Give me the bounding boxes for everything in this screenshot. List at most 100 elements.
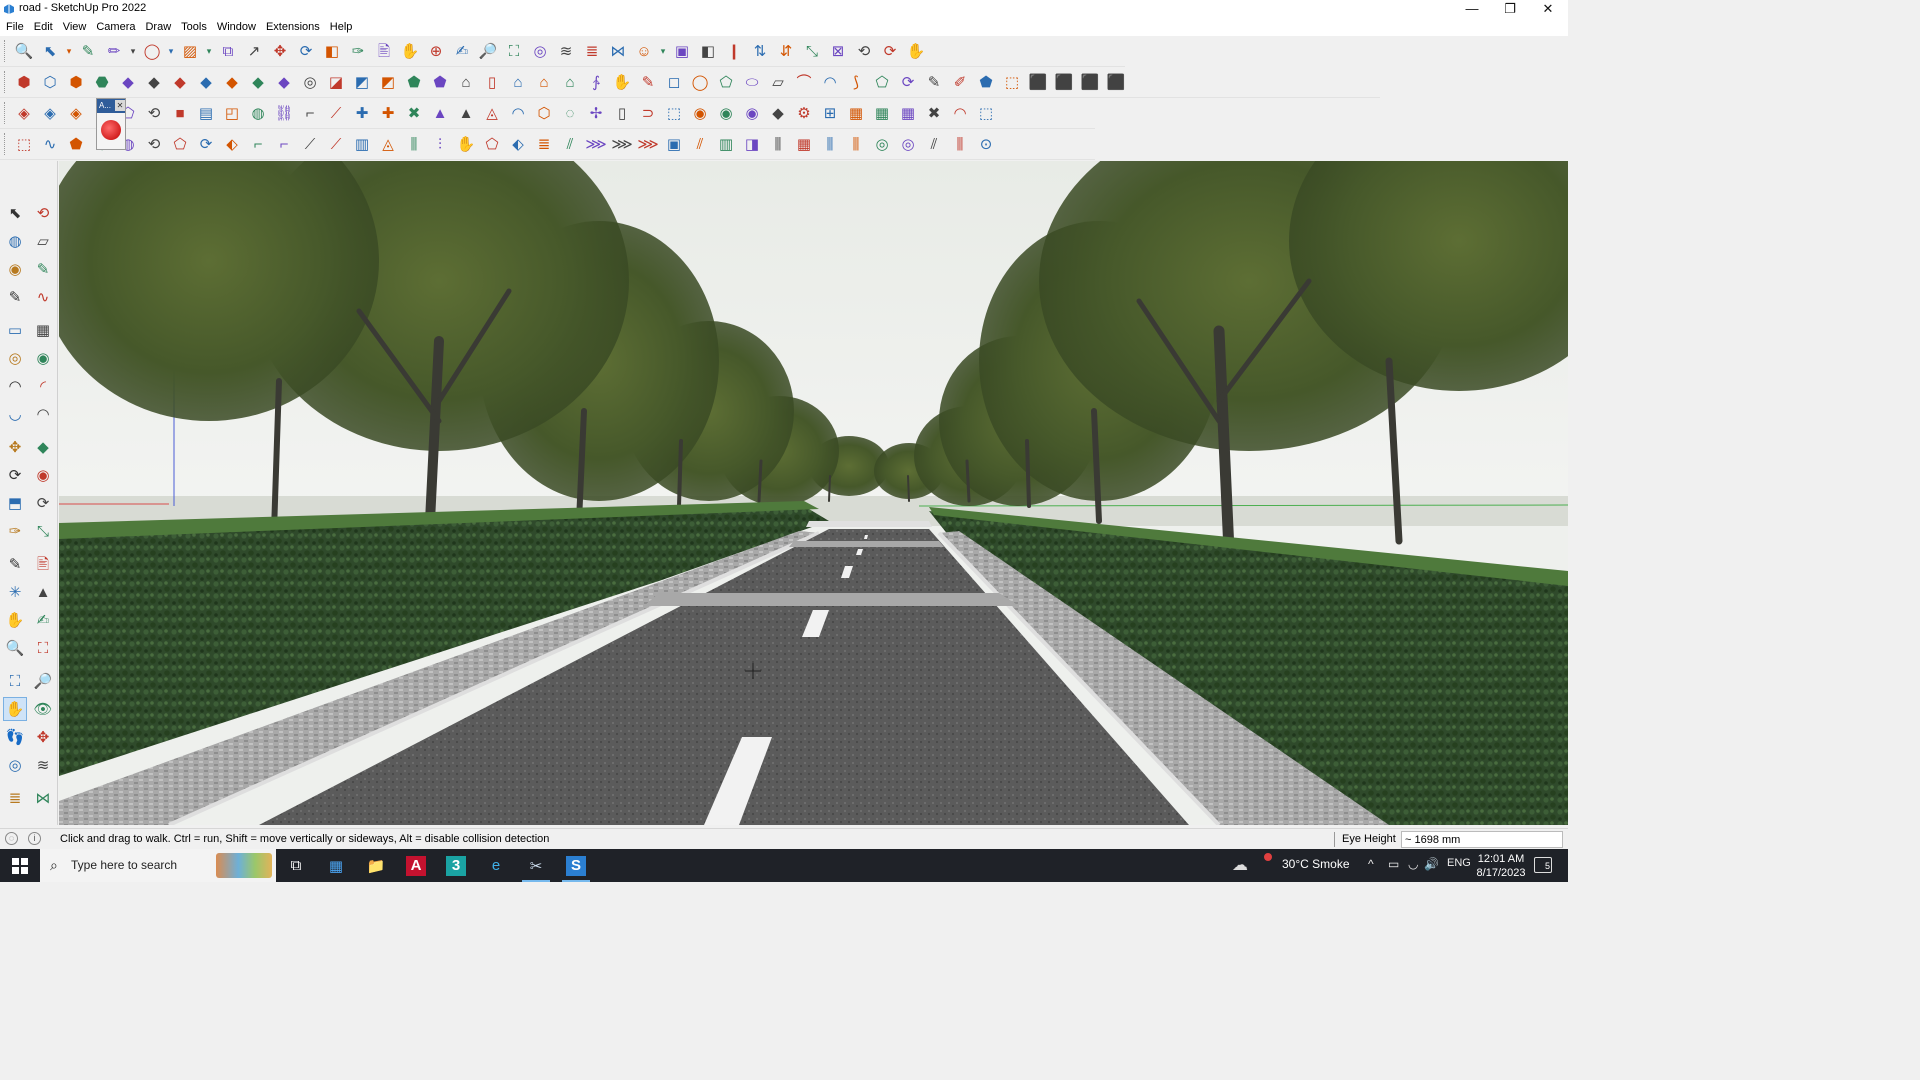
tool-button-icon[interactable]: ⟳: [877, 38, 903, 64]
tool-button-icon[interactable]: ☺: [631, 38, 657, 64]
tool-button-icon[interactable]: ⌂: [557, 69, 583, 95]
tool-button-icon[interactable]: 🔎: [475, 38, 501, 64]
tool-button-icon[interactable]: ⫽: [921, 131, 947, 157]
tool-icon[interactable]: ▲: [31, 580, 55, 604]
tool-button-icon[interactable]: ◆: [193, 69, 219, 95]
tool-button-icon[interactable]: ◉: [739, 100, 765, 126]
tool-button-icon[interactable]: ≋: [553, 38, 579, 64]
tool-button-icon[interactable]: ◆: [765, 100, 791, 126]
menu-view[interactable]: View: [63, 18, 93, 36]
tool-button-icon[interactable]: ⚙: [791, 100, 817, 126]
tool-button-icon[interactable]: ▣: [669, 38, 695, 64]
tool-button-icon[interactable]: ⬢: [11, 69, 37, 95]
tool-button-icon[interactable]: ⋙: [609, 131, 635, 157]
tool-button-icon[interactable]: ✑: [345, 38, 371, 64]
tool-button-icon[interactable]: ▱: [765, 69, 791, 95]
tool-button-icon[interactable]: ✢: [583, 100, 609, 126]
tool-icon[interactable]: ◠: [31, 402, 55, 426]
tool-button-icon[interactable]: ◠: [505, 100, 531, 126]
tool-button-icon[interactable]: ⬠: [479, 131, 505, 157]
tool-button-icon[interactable]: ⋙: [583, 131, 609, 157]
tool-button-icon[interactable]: ◆: [115, 69, 141, 95]
tool-button-icon[interactable]: ✋: [903, 38, 929, 64]
tool-icon[interactable]: ▭: [3, 318, 27, 342]
tool-button-icon[interactable]: ◩: [349, 69, 375, 95]
tool-button-icon[interactable]: ⫽: [557, 131, 583, 157]
tool-button-icon[interactable]: ▦: [791, 131, 817, 157]
tool-icon[interactable]: ⟳: [31, 491, 55, 515]
tool-icon[interactable]: ◡: [3, 402, 27, 426]
tool-button-icon[interactable]: ◈: [37, 100, 63, 126]
tool-icon[interactable]: ⬉: [3, 201, 27, 225]
tool-icon[interactable]: ✎: [3, 285, 27, 309]
tool-button-icon[interactable]: ■: [167, 100, 193, 126]
tool-button-icon[interactable]: ⟲: [141, 100, 167, 126]
menu-file[interactable]: File: [6, 18, 30, 36]
tool-icon[interactable]: ✋: [3, 608, 27, 632]
floating-toolbar-close-icon[interactable]: ✕: [115, 100, 125, 111]
tool-button-icon[interactable]: ⬛: [1051, 69, 1077, 95]
tool-icon[interactable]: 👣: [3, 725, 27, 749]
toolbar-grip[interactable]: [4, 40, 8, 62]
tool-button-icon[interactable]: ✋: [609, 69, 635, 95]
tool-button-icon[interactable]: ◩: [375, 69, 401, 95]
tool-button-icon[interactable]: ◪: [323, 69, 349, 95]
tool-button-icon[interactable]: ⇵: [773, 38, 799, 64]
tool-button-icon[interactable]: ◬: [479, 100, 505, 126]
tool-button-icon[interactable]: ⬣: [89, 69, 115, 95]
tool-button-icon[interactable]: ⟲: [851, 38, 877, 64]
tool-button-icon[interactable]: ⤡: [799, 38, 825, 64]
menu-camera[interactable]: Camera: [96, 18, 141, 36]
tool-button-icon[interactable]: ⫶: [427, 131, 453, 157]
tool-button-icon[interactable]: ⫼: [947, 131, 973, 157]
tool-button-icon[interactable]: ⌂: [453, 69, 479, 95]
tool-button-icon[interactable]: ⟳: [293, 38, 319, 64]
tray-display-icon[interactable]: ▭: [1388, 857, 1399, 871]
dropdown-arrow-icon[interactable]: ▾: [657, 38, 669, 64]
dropdown-arrow-icon[interactable]: ▾: [127, 38, 139, 64]
tool-button-icon[interactable]: ⬟: [427, 69, 453, 95]
tool-icon[interactable]: ≣: [3, 786, 27, 810]
tool-button-icon[interactable]: ▲: [453, 100, 479, 126]
tool-icon[interactable]: ◉: [31, 346, 55, 370]
tool-button-icon[interactable]: ✏: [101, 38, 127, 64]
tool-button-icon[interactable]: ∱: [583, 69, 609, 95]
minimize-button[interactable]: —: [1454, 0, 1490, 18]
tool-button-icon[interactable]: ▥: [349, 131, 375, 157]
tool-icon[interactable]: ▦: [31, 318, 55, 342]
tool-button-icon[interactable]: ✎: [635, 69, 661, 95]
tool-button-icon[interactable]: ⇅: [747, 38, 773, 64]
tool-button-icon[interactable]: ⬚: [11, 131, 37, 157]
dropdown-arrow-icon[interactable]: ▾: [203, 38, 215, 64]
volume-icon[interactable]: 🔊: [1424, 857, 1439, 871]
tool-button-icon[interactable]: ◠: [817, 69, 843, 95]
tool-button-icon[interactable]: ✋: [453, 131, 479, 157]
floating-toolbar[interactable]: A... ✕: [96, 98, 126, 150]
tool-button-icon[interactable]: ⟋: [297, 131, 323, 157]
tool-button-icon[interactable]: ⛓: [271, 100, 297, 126]
tool-button-icon[interactable]: ◨: [739, 131, 765, 157]
weather-text[interactable]: 30°C Smoke: [1282, 857, 1350, 871]
tool-button-icon[interactable]: 🖹: [371, 38, 397, 64]
calculator-app-icon[interactable]: ▦: [316, 849, 356, 882]
tool-button-icon[interactable]: ▲: [427, 100, 453, 126]
tool-button-icon[interactable]: ⟳: [895, 69, 921, 95]
tool-icon[interactable]: ◉: [31, 463, 55, 487]
toolbar-grip[interactable]: [4, 133, 8, 155]
tool-button-icon[interactable]: ⟋: [323, 131, 349, 157]
tool-button-icon[interactable]: ◧: [319, 38, 345, 64]
tool-button-icon[interactable]: ◉: [687, 100, 713, 126]
tool-button-icon[interactable]: ⬡: [37, 69, 63, 95]
tool-button-icon[interactable]: ⫼: [765, 131, 791, 157]
tool-button-icon[interactable]: ◆: [219, 69, 245, 95]
tool-icon[interactable]: ▱: [31, 229, 55, 253]
tool-button-icon[interactable]: ⊠: [825, 38, 851, 64]
tool-button-icon[interactable]: ▯: [479, 69, 505, 95]
close-button[interactable]: ✕: [1530, 0, 1566, 18]
tool-button-icon[interactable]: ◠: [947, 100, 973, 126]
tool-button-icon[interactable]: ◆: [271, 69, 297, 95]
menu-draw[interactable]: Draw: [145, 18, 177, 36]
taskbar-clock[interactable]: 12:01 AM 8/17/2023: [1476, 852, 1526, 880]
tool-button-icon[interactable]: ✖: [921, 100, 947, 126]
tool-button-icon[interactable]: ◈: [63, 100, 89, 126]
